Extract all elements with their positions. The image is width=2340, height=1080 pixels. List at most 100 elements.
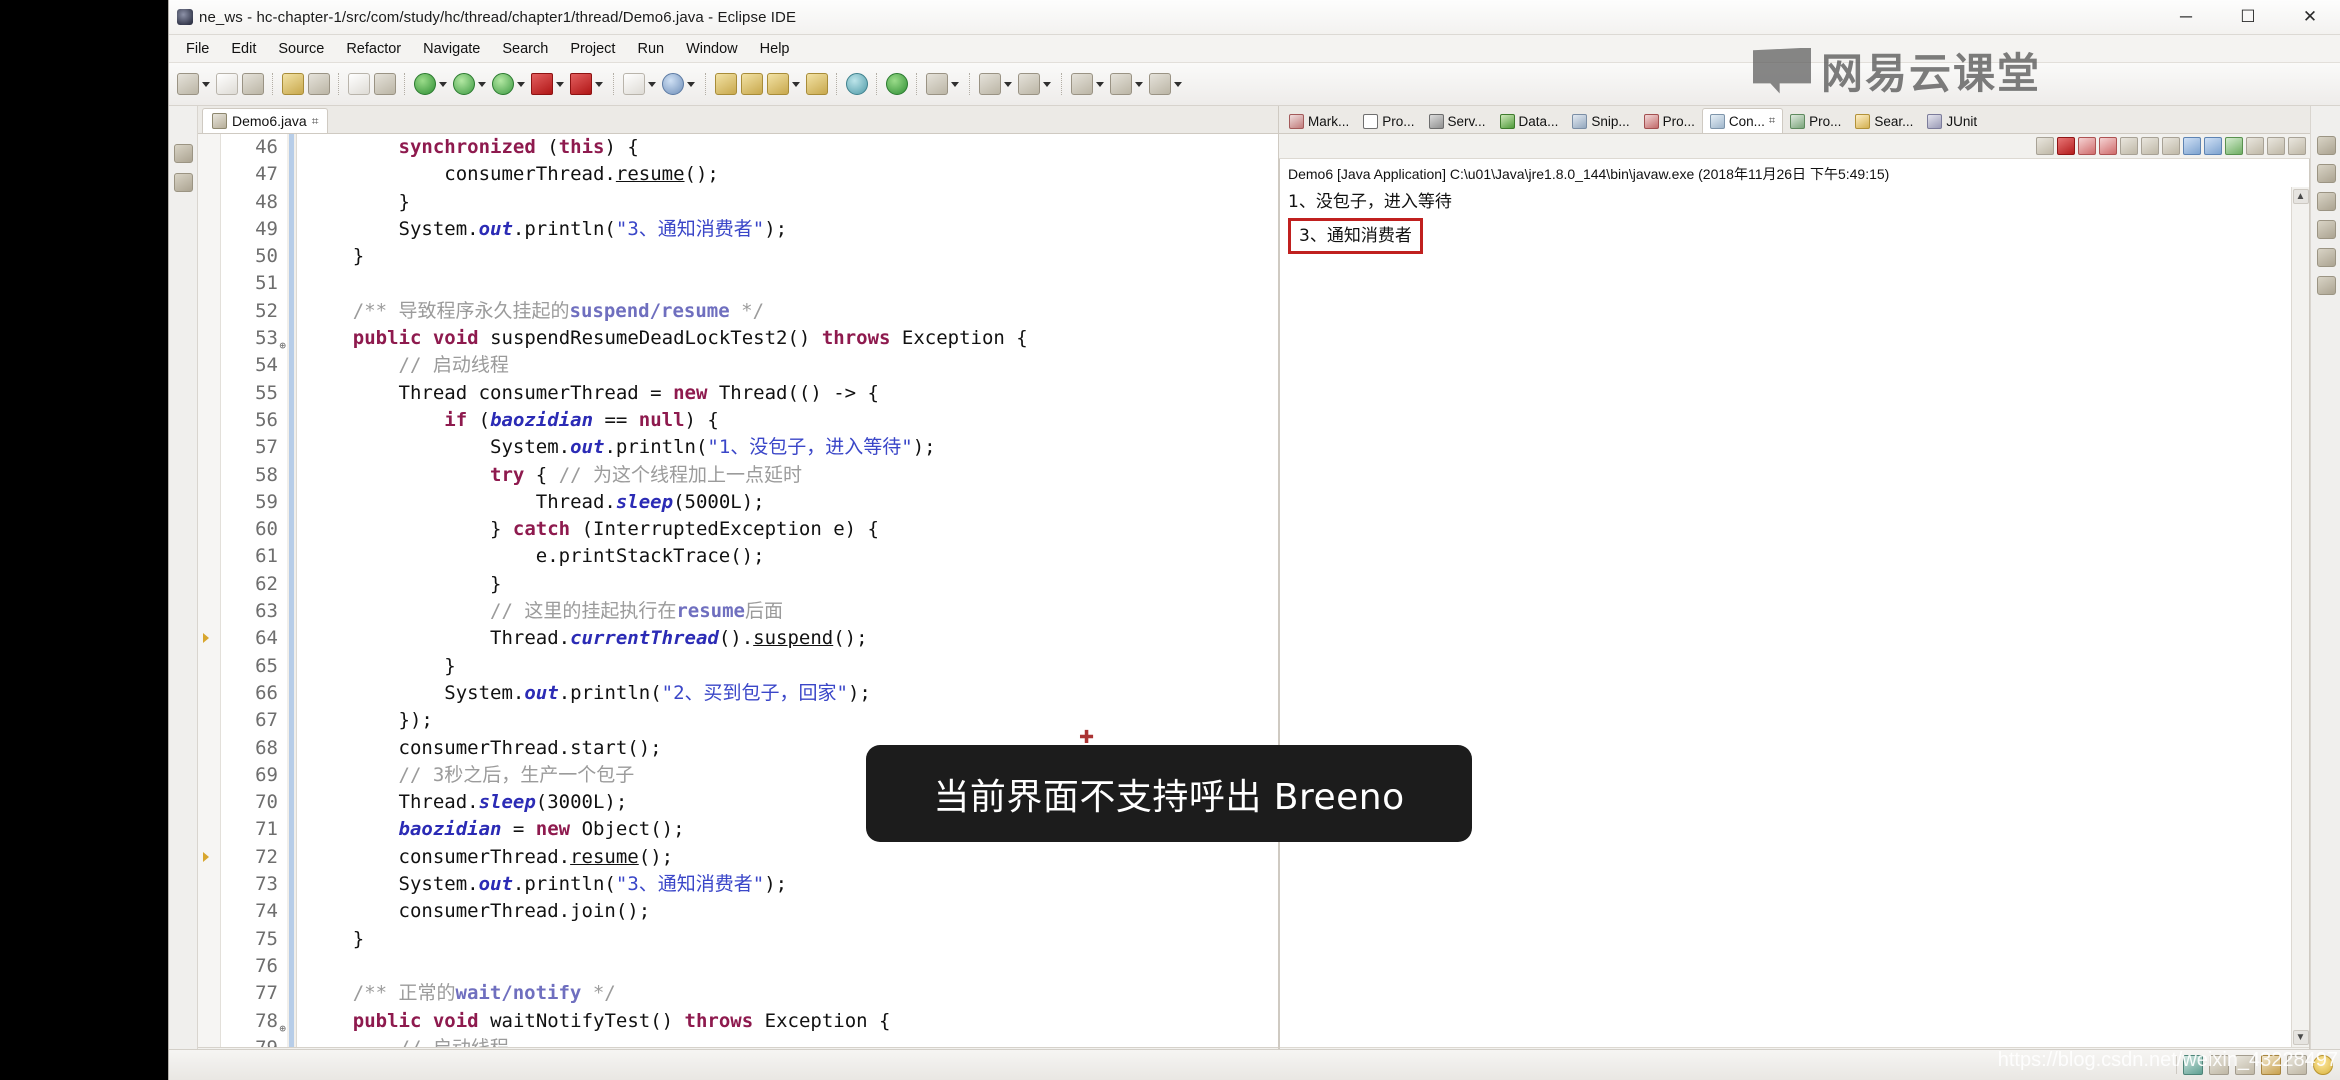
menu-run[interactable]: Run — [626, 38, 675, 60]
console-display-selected-icon[interactable] — [2204, 137, 2222, 155]
code-line[interactable]: // 启动线程 — [307, 1035, 1278, 1047]
search-icon[interactable] — [374, 73, 396, 95]
debug-perspective-icon[interactable] — [2316, 276, 2336, 295]
view-tab-data-3[interactable]: Data... — [1493, 109, 1566, 133]
prev-annotation-icon[interactable] — [1018, 73, 1040, 95]
code-line[interactable]: public void suspendResumeDeadLockTest2()… — [307, 325, 1278, 352]
toggle-mark-icon[interactable] — [926, 73, 948, 95]
code-line[interactable]: /** 导致程序永久挂起的suspend/resume */ — [307, 298, 1278, 325]
new-package-icon[interactable] — [715, 73, 737, 95]
console-terminate-icon[interactable] — [2057, 137, 2075, 155]
status-smart-insert-icon[interactable] — [2209, 1055, 2229, 1075]
console-scroll-up-arrow[interactable]: ▲ — [2292, 189, 2309, 204]
close-button[interactable]: ✕ — [2279, 0, 2340, 34]
code-line[interactable]: // 这里的挂起执行在resume后面 — [307, 598, 1278, 625]
code-line[interactable]: } — [307, 243, 1278, 270]
external-dropdown-icon[interactable] — [687, 81, 695, 87]
console-scroll-down-arrow[interactable]: ▼ — [2292, 1030, 2309, 1045]
new-interface-icon[interactable] — [767, 73, 789, 95]
code-line[interactable]: } — [307, 571, 1278, 598]
forward-icon[interactable] — [1149, 73, 1171, 95]
open-task-icon[interactable] — [846, 73, 868, 95]
outline-view-icon[interactable] — [2316, 220, 2336, 239]
console-pin-icon[interactable] — [2183, 137, 2201, 155]
console-output[interactable]: 1、没包子，进入等待 3、通知消费者 ▲ ▼ — [1280, 187, 2309, 1047]
print-icon[interactable] — [282, 73, 304, 95]
new-class-icon[interactable] — [741, 73, 763, 95]
menu-source[interactable]: Source — [267, 38, 335, 60]
code-line[interactable]: } — [307, 926, 1278, 953]
new-type-dropdown-icon[interactable] — [792, 81, 800, 87]
menu-project[interactable]: Project — [559, 38, 626, 60]
profile-dropdown-icon[interactable] — [595, 81, 603, 87]
console-word-wrap-icon[interactable] — [2162, 137, 2180, 155]
mark-dropdown-icon[interactable] — [951, 81, 959, 87]
menu-navigate[interactable]: Navigate — [412, 38, 491, 60]
external-tools-icon[interactable] — [662, 73, 684, 95]
code-line[interactable]: try { // 为这个线程加上一点延时 — [307, 462, 1278, 489]
restore-perspective-icon[interactable] — [2316, 136, 2336, 155]
build-icon[interactable] — [308, 73, 330, 95]
code-line[interactable] — [307, 270, 1278, 297]
view-tab-junit-9[interactable]: JUnit — [1920, 109, 1984, 133]
quick-fix-marker-icon[interactable] — [203, 633, 209, 644]
back-dropdown-icon[interactable] — [1135, 81, 1143, 87]
open-type-icon[interactable] — [348, 73, 370, 95]
code-line[interactable]: e.printStackTrace(); — [307, 543, 1278, 570]
view-tab-sear-8[interactable]: Sear... — [1848, 109, 1920, 133]
code-line[interactable]: }); — [307, 707, 1278, 734]
console-clear-icon[interactable] — [2120, 137, 2138, 155]
coverage-icon[interactable] — [492, 73, 514, 95]
menu-edit[interactable]: Edit — [220, 38, 267, 60]
status-tip-icon[interactable] — [2313, 1055, 2333, 1075]
refresh-icon[interactable] — [623, 73, 645, 95]
view-tab-con-6[interactable]: Con... ⌗ — [1701, 108, 1784, 133]
code-line[interactable]: consumerThread.join(); — [307, 898, 1278, 925]
console-remove-launch-icon[interactable] — [2078, 137, 2096, 155]
view-tab-pin-icon[interactable]: ⌗ — [1769, 115, 1775, 128]
console-minimize-icon[interactable] — [2246, 137, 2264, 155]
next-dropdown-icon[interactable] — [1004, 81, 1012, 87]
view-tab-pro-5[interactable]: Pro... — [1637, 109, 1702, 133]
quick-fix-marker-icon[interactable] — [203, 851, 209, 862]
code-line[interactable]: // 启动线程 — [307, 352, 1278, 379]
view-tab-pro-1[interactable]: Pro... — [1356, 109, 1421, 133]
save-icon[interactable] — [216, 73, 238, 95]
menu-refactor[interactable]: Refactor — [335, 38, 412, 60]
refresh-dropdown-icon[interactable] — [648, 81, 656, 87]
minimize-button[interactable]: ─ — [2155, 0, 2217, 34]
view-tab-snip-4[interactable]: Snip... — [1565, 109, 1636, 133]
code-text-area[interactable]: ✚ synchronized (this) { consumerThread.r… — [297, 134, 1278, 1047]
new-annotation-icon[interactable] — [806, 73, 828, 95]
status-shape-icon[interactable] — [2287, 1055, 2307, 1075]
code-line[interactable]: if (baozidian == null) { — [307, 407, 1278, 434]
package-explorer-icon[interactable] — [173, 144, 193, 163]
status-edit-icon[interactable] — [2261, 1055, 2281, 1075]
console-terminate-all-icon[interactable] — [2036, 137, 2054, 155]
run-icon[interactable] — [414, 73, 436, 95]
java-perspective-icon[interactable] — [2316, 164, 2336, 183]
templates-icon[interactable] — [2316, 248, 2336, 267]
console-vertical-scrollbar[interactable]: ▲ ▼ — [2291, 187, 2309, 1047]
outline-icon[interactable] — [173, 173, 193, 192]
code-line[interactable]: } — [307, 189, 1278, 216]
menu-search[interactable]: Search — [491, 38, 559, 60]
console-maximize-icon[interactable] — [2288, 137, 2306, 155]
menu-file[interactable]: File — [175, 38, 220, 60]
console-view-menu-icon[interactable] — [2267, 137, 2285, 155]
forward-dropdown-icon[interactable] — [1174, 81, 1182, 87]
console-scroll-lock-icon[interactable] — [2141, 137, 2159, 155]
menu-window[interactable]: Window — [675, 38, 749, 60]
code-line[interactable]: consumerThread.resume(); — [307, 161, 1278, 188]
new-dropdown-icon[interactable] — [202, 81, 210, 87]
debug-dropdown-icon[interactable] — [478, 81, 486, 87]
editor-tab-pin-icon[interactable]: ⌗ — [312, 114, 319, 129]
code-line[interactable]: public void waitNotifyTest() throws Exce… — [307, 1008, 1278, 1035]
code-line[interactable]: System.out.println("1、没包子，进入等待"); — [307, 434, 1278, 461]
terminate-dropdown-icon[interactable] — [556, 81, 564, 87]
run-dropdown-icon[interactable] — [439, 81, 447, 87]
code-line[interactable]: consumerThread.resume(); — [307, 844, 1278, 871]
code-line[interactable]: System.out.println("2、买到包子，回家"); — [307, 680, 1278, 707]
view-tab-pro-7[interactable]: Pro... — [1783, 109, 1848, 133]
code-line[interactable]: Thread.currentThread().suspend(); — [307, 625, 1278, 652]
